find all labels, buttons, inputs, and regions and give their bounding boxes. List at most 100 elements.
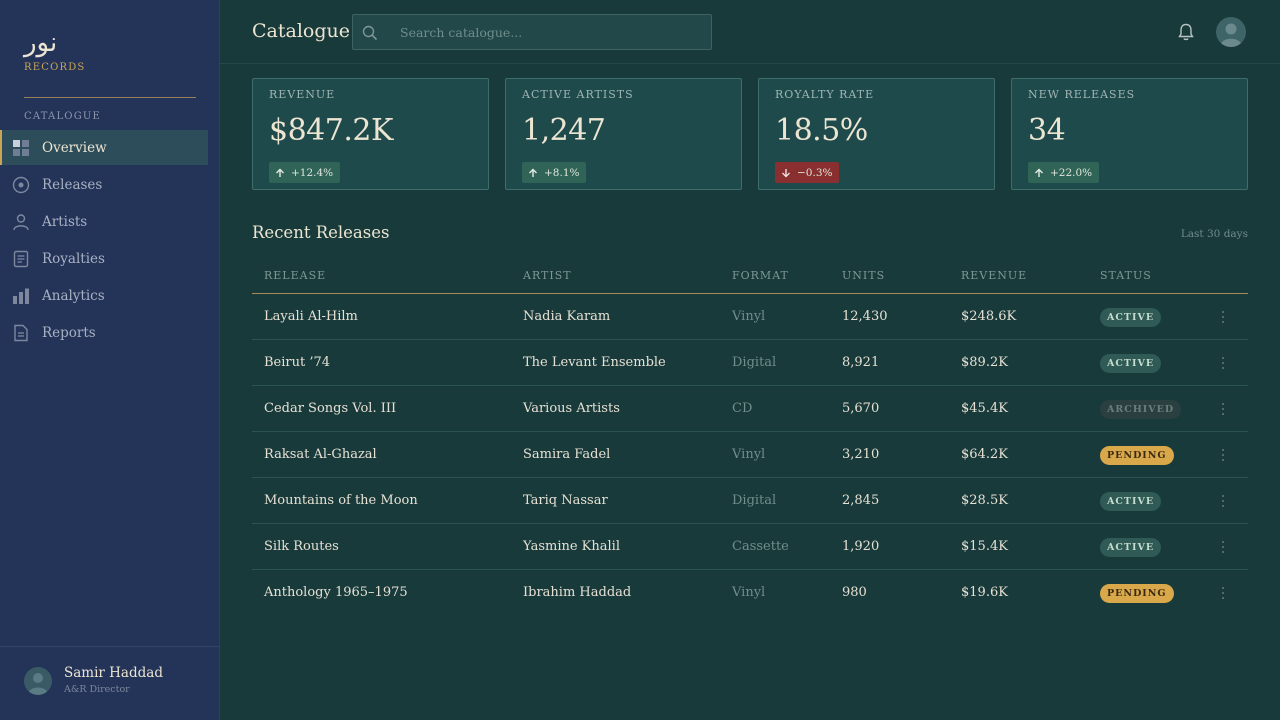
user-avatar-icon [28,673,48,695]
top-bar: Catalogue [220,0,1280,64]
divider [24,97,196,98]
cell-artist: Tariq Nassar [523,493,608,508]
table-row[interactable]: Anthology 1965–1975 Ibrahim Haddad Vinyl 98… [252,570,1248,616]
stat-label: NEW RELEASES [1028,88,1136,101]
cell-format: Digital [732,355,777,370]
column-header-status[interactable]: STATUS [1100,269,1152,282]
cell-format: Vinyl [732,309,766,324]
cell-units: 8,921 [842,355,880,370]
more-options-icon[interactable] [1218,493,1228,509]
cell-format: Vinyl [732,447,766,462]
table-row[interactable]: Silk Routes Yasmine Khalil Cassette 1,920 $1… [252,524,1248,570]
arrow-down-icon [782,168,790,177]
avatar[interactable] [1216,17,1246,47]
cell-units: 2,845 [842,493,880,508]
sidebar: نور RECORDS CATALOGUE Overview Releases [0,0,220,720]
user-name: Samir Haddad [64,665,163,681]
cell-revenue: $15.4K [961,539,1008,554]
cell-artist: Samira Fadel [523,447,611,462]
arrow-up-icon [276,168,284,177]
table-body: Layali Al-Hilm Nadia Karam Vinyl 12,430 $248… [252,294,1248,616]
table-row[interactable]: Beirut ’74 The Levant Ensemble Digital 8,92… [252,340,1248,386]
table-header: RELEASE ARTIST FORMAT UNITS REVENUE STAT… [252,262,1248,294]
more-options-icon[interactable] [1218,447,1228,463]
sidebar-item-analytics[interactable]: Analytics [0,278,208,313]
sidebar-item-overview[interactable]: Overview [0,130,208,165]
section-title: Recent Releases [252,223,390,242]
column-header-release[interactable]: RELEASE [264,269,326,282]
document-icon [14,324,28,342]
disc-icon [12,176,30,194]
status-badge: PENDING [1100,584,1174,603]
period-label: Last 30 days [1180,228,1248,240]
search-box[interactable] [352,14,712,50]
stat-label: ROYALTY RATE [775,88,875,101]
stat-card-active-artists: ACTIVE ARTISTS 1,247 +8.1% [505,78,742,190]
cell-format: Vinyl [732,585,766,600]
sidebar-item-label: Royalties [42,250,105,267]
ledger-icon [13,250,29,268]
column-header-format[interactable]: FORMAT [732,269,789,282]
stat-delta: +8.1% [522,162,587,183]
sidebar-item-label: Releases [42,176,103,193]
cell-artist: Yasmine Khalil [523,539,620,554]
cell-artist: Various Artists [523,401,620,416]
more-options-icon[interactable] [1218,309,1228,325]
status-badge: ARCHIVED [1100,400,1182,419]
brand-arabic: نور [24,28,58,58]
cell-artist: Nadia Karam [523,309,611,324]
sidebar-item-label: Overview [42,139,107,156]
brand-subtitle: RECORDS [24,62,86,73]
column-header-revenue[interactable]: REVENUE [961,269,1027,282]
column-header-artist[interactable]: ARTIST [523,269,572,282]
stat-delta: +22.0% [1028,162,1100,183]
bar-chart-icon [13,288,29,304]
page-title: Catalogue [252,20,350,42]
cell-release: Anthology 1965–1975 [264,585,408,600]
more-options-icon[interactable] [1218,355,1228,371]
stat-value: 18.5% [775,113,868,148]
cell-release: Beirut ’74 [264,355,331,370]
user-avatar-icon [1220,23,1242,47]
cell-revenue: $248.6K [961,309,1017,324]
table-row[interactable]: Mountains of the Moon Tariq Nassar Digital… [252,478,1248,524]
sidebar-item-reports[interactable]: Reports [0,315,208,350]
cell-units: 12,430 [842,309,888,324]
cell-units: 980 [842,585,867,600]
more-options-icon[interactable] [1218,539,1228,555]
cell-release: Layali Al-Hilm [264,309,358,324]
cell-units: 3,210 [842,447,880,462]
cell-artist: Ibrahim Haddad [523,585,632,600]
cell-format: Cassette [732,539,789,554]
sidebar-item-artists[interactable]: Artists [0,204,208,239]
status-badge: ACTIVE [1100,354,1162,373]
stat-delta-value: +22.0% [1050,166,1093,179]
table-row[interactable]: Cedar Songs Vol. III Various Artists CD 5,6… [252,386,1248,432]
status-badge: ACTIVE [1100,538,1162,557]
user-role: A&R Director [64,684,130,695]
arrow-up-icon [529,168,537,177]
stat-delta-value: −0.3% [797,166,833,179]
sidebar-item-releases[interactable]: Releases [0,167,208,202]
table-row[interactable]: Layali Al-Hilm Nadia Karam Vinyl 12,430 $248… [252,294,1248,340]
stat-delta-value: +12.4% [291,166,334,179]
more-options-icon[interactable] [1218,401,1228,417]
status-badge: ACTIVE [1100,492,1162,511]
table-row[interactable]: Raksat Al-Ghazal Samira Fadel Vinyl 3,210 $6… [252,432,1248,478]
sidebar-item-royalties[interactable]: Royalties [0,241,208,276]
status-badge: PENDING [1100,446,1174,465]
nav-section-label: CATALOGUE [24,111,102,122]
column-header-units[interactable]: UNITS [842,269,885,282]
stat-delta-value: +8.1% [544,166,580,179]
brand-logo[interactable]: نور RECORDS [24,28,85,73]
bell-icon[interactable] [1176,22,1196,42]
more-options-icon[interactable] [1218,585,1228,601]
search-input[interactable] [400,15,700,49]
cell-format: CD [732,401,753,416]
cell-units: 1,920 [842,539,880,554]
search-icon [362,25,378,41]
cell-format: Digital [732,493,777,508]
stat-value: 1,247 [522,113,606,148]
user-profile[interactable]: Samir Haddad A&R Director [0,646,220,720]
stat-label: ACTIVE ARTISTS [522,88,634,101]
